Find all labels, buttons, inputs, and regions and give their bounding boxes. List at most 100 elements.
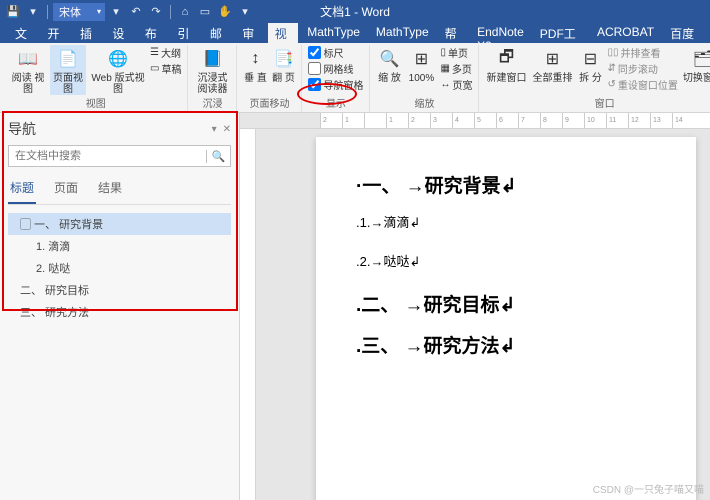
search-icon[interactable]: 🔍 [206, 150, 230, 163]
group-label-views: 视图 [86, 95, 106, 112]
title-bar: 💾 ▾ 宋体 ▾ ↶ ↷ ⌂ ▭ ✋ ▾ 文档1 - Word [0, 0, 710, 23]
group-label-show: 显示 [326, 95, 346, 112]
qat-menu-icon[interactable]: ▾ [24, 3, 42, 21]
heading-2b[interactable]: .2.→哒哒↲ [356, 251, 656, 270]
heading-1c[interactable]: .三、 →研究方法↲ [356, 331, 656, 358]
nav-item-didi[interactable]: 1. 滴滴 [8, 235, 231, 257]
tab-review[interactable]: 审阅 [235, 23, 265, 43]
new-window-icon: 🗗 [494, 47, 518, 71]
split-button[interactable]: ⊟拆 分 [577, 45, 603, 84]
single-icon: ▯ [440, 47, 446, 58]
new-window-button[interactable]: 🗗新建窗口 [485, 45, 527, 84]
flip-button[interactable]: 📑翻 页 [271, 45, 295, 84]
reset-window-button: ↺重设窗口位置 [607, 77, 677, 92]
nav-item-method[interactable]: 三、 研究方法 [8, 301, 231, 323]
qat-dropdown-icon[interactable]: ▾ [107, 3, 125, 21]
web-view-button[interactable]: 🌐Web 版式视图 [90, 45, 146, 95]
read-icon: 📖 [16, 47, 40, 71]
tab-home[interactable]: 开始 [40, 23, 70, 43]
font-selector[interactable]: 宋体 [53, 3, 105, 21]
flip-icon: 📑 [271, 47, 295, 71]
document-page[interactable]: ·一、 →研究背景↲ .1.→滴滴↲ .2.→哒哒↲ .二、 →研究目标↲ .三… [316, 137, 696, 500]
group-label-pagemv: 页面移动 [249, 95, 289, 112]
zoom-button[interactable]: 🔍缩 放 [376, 45, 402, 84]
home-icon[interactable]: ⌂ [176, 3, 194, 21]
outline-view-button[interactable]: ☰大纲 [150, 45, 181, 60]
ruler-checkbox[interactable]: 标尺 [308, 45, 363, 60]
tab-view[interactable]: 视图 [268, 23, 298, 43]
nav-header: 导航 ▾ ✕ [8, 119, 231, 139]
save-icon[interactable]: 💾 [4, 3, 22, 21]
vertical-ruler[interactable] [240, 129, 256, 500]
navigation-pane: 导航 ▾ ✕ 🔍 标题 页面 结果 ▢ 一、 研究背景 1. 滴滴 2. 哒哒 … [0, 113, 240, 500]
group-immersive: 📘沉浸式 阅读器 沉浸 [188, 45, 237, 112]
gridlines-checkbox[interactable]: 网格线 [308, 61, 363, 76]
draft-view-button[interactable]: ▭草稿 [150, 61, 181, 76]
nav-tab-results[interactable]: 结果 [96, 175, 124, 204]
nav-tab-pages[interactable]: 页面 [52, 175, 80, 204]
document-area: 211234567891011121314 ·一、 →研究背景↲ .1.→滴滴↲… [240, 113, 710, 500]
nav-item-dada[interactable]: 2. 哒哒 [8, 257, 231, 279]
group-views: 📖阅读 视图 📄页面视图 🌐Web 版式视图 ☰大纲 ▭草稿 视图 [4, 45, 188, 112]
horizontal-ruler[interactable]: 211234567891011121314 [240, 113, 710, 129]
nav-item-bg[interactable]: ▢ 一、 研究背景 [8, 213, 231, 235]
reader-icon: 📘 [200, 47, 224, 71]
nav-tree: ▢ 一、 研究背景 1. 滴滴 2. 哒哒 二、 研究目标 三、 研究方法 [8, 213, 231, 323]
nav-dropdown-icon[interactable]: ▾ [212, 124, 217, 135]
nav-search-input[interactable] [9, 150, 206, 162]
tab-mathtype2[interactable]: MathType [369, 23, 436, 43]
tab-pdf[interactable]: PDF工具集 [533, 23, 588, 43]
tab-design[interactable]: 设计 [105, 23, 135, 43]
switch-window-button[interactable]: 🗂切换窗口 [682, 45, 710, 84]
nav-title: 导航 [8, 119, 36, 139]
tab-baidu[interactable]: 百度网盘 [663, 23, 710, 43]
zoom-100-button[interactable]: ⊞100% [406, 45, 436, 84]
nav-item-goal[interactable]: 二、 研究目标 [8, 279, 231, 301]
tab-mailings[interactable]: 邮件 [203, 23, 233, 43]
redo-icon[interactable]: ↷ [147, 3, 165, 21]
split-icon: ⊟ [578, 47, 602, 71]
nav-search-box[interactable]: 🔍 [8, 145, 231, 167]
sync-icon: ⇵ [607, 63, 615, 74]
page-width-button[interactable]: ↔页宽 [440, 77, 472, 92]
tab-layout[interactable]: 布局 [138, 23, 168, 43]
nav-tabs-row: 标题 页面 结果 [8, 175, 231, 205]
undo-icon[interactable]: ↶ [127, 3, 145, 21]
hand-icon[interactable]: ✋ [216, 3, 234, 21]
multi-page-button[interactable]: ▦多页 [440, 61, 472, 76]
nav-close-icon[interactable]: ✕ [223, 124, 231, 135]
tab-endnote[interactable]: EndNote X9 [470, 23, 531, 43]
ribbon: 📖阅读 视图 📄页面视图 🌐Web 版式视图 ☰大纲 ▭草稿 视图 📘沉浸式 阅… [0, 43, 710, 113]
tab-help[interactable]: 帮助 [438, 23, 468, 43]
arrange-all-button[interactable]: ⊞全部重排 [531, 45, 573, 84]
hundred-icon: ⊞ [409, 47, 433, 71]
navigation-pane-checkbox[interactable]: 导航窗格 [308, 77, 363, 92]
select-icon[interactable]: ▭ [196, 3, 214, 21]
watermark: CSDN @一只兔子喵又喵 [593, 481, 704, 496]
draft-icon: ▭ [150, 63, 159, 74]
vertical-button[interactable]: ↕垂 直 [243, 45, 267, 84]
immersive-reader-button[interactable]: 📘沉浸式 阅读器 [194, 45, 230, 95]
tab-references[interactable]: 引用 [170, 23, 200, 43]
read-view-button[interactable]: 📖阅读 视图 [10, 45, 46, 95]
single-page-button[interactable]: ▯单页 [440, 45, 472, 60]
heading-1a[interactable]: ·一、 →研究背景↲ [356, 171, 656, 198]
tab-insert[interactable]: 插入 [73, 23, 103, 43]
side-by-side-button[interactable]: ▯▯并排查看 [607, 45, 677, 60]
ribbon-tabs: 文件 开始 插入 设计 布局 引用 邮件 审阅 视图 MathType Math… [0, 23, 710, 43]
group-label-window: 窗口 [595, 95, 615, 112]
workspace: 导航 ▾ ✕ 🔍 标题 页面 结果 ▢ 一、 研究背景 1. 滴滴 2. 哒哒 … [0, 113, 710, 500]
web-icon: 🌐 [106, 47, 130, 71]
heading-2a[interactable]: .1.→滴滴↲ [356, 212, 656, 231]
page-viewport[interactable]: ·一、 →研究背景↲ .1.→滴滴↲ .2.→哒哒↲ .二、 →研究目标↲ .三… [256, 129, 710, 500]
heading-1b[interactable]: .二、 →研究目标↲ [356, 290, 656, 317]
arrange-icon: ⊞ [540, 47, 564, 71]
page-view-button[interactable]: 📄页面视图 [50, 45, 86, 95]
more-icon[interactable]: ▾ [236, 3, 254, 21]
tab-mathtype1[interactable]: MathType [300, 23, 367, 43]
nav-tab-headings[interactable]: 标题 [8, 175, 36, 204]
tab-acrobat[interactable]: ACROBAT [590, 23, 661, 43]
reset-icon: ↺ [607, 79, 615, 90]
window-title: 文档1 - Word [320, 3, 390, 20]
tab-file[interactable]: 文件 [8, 23, 38, 43]
